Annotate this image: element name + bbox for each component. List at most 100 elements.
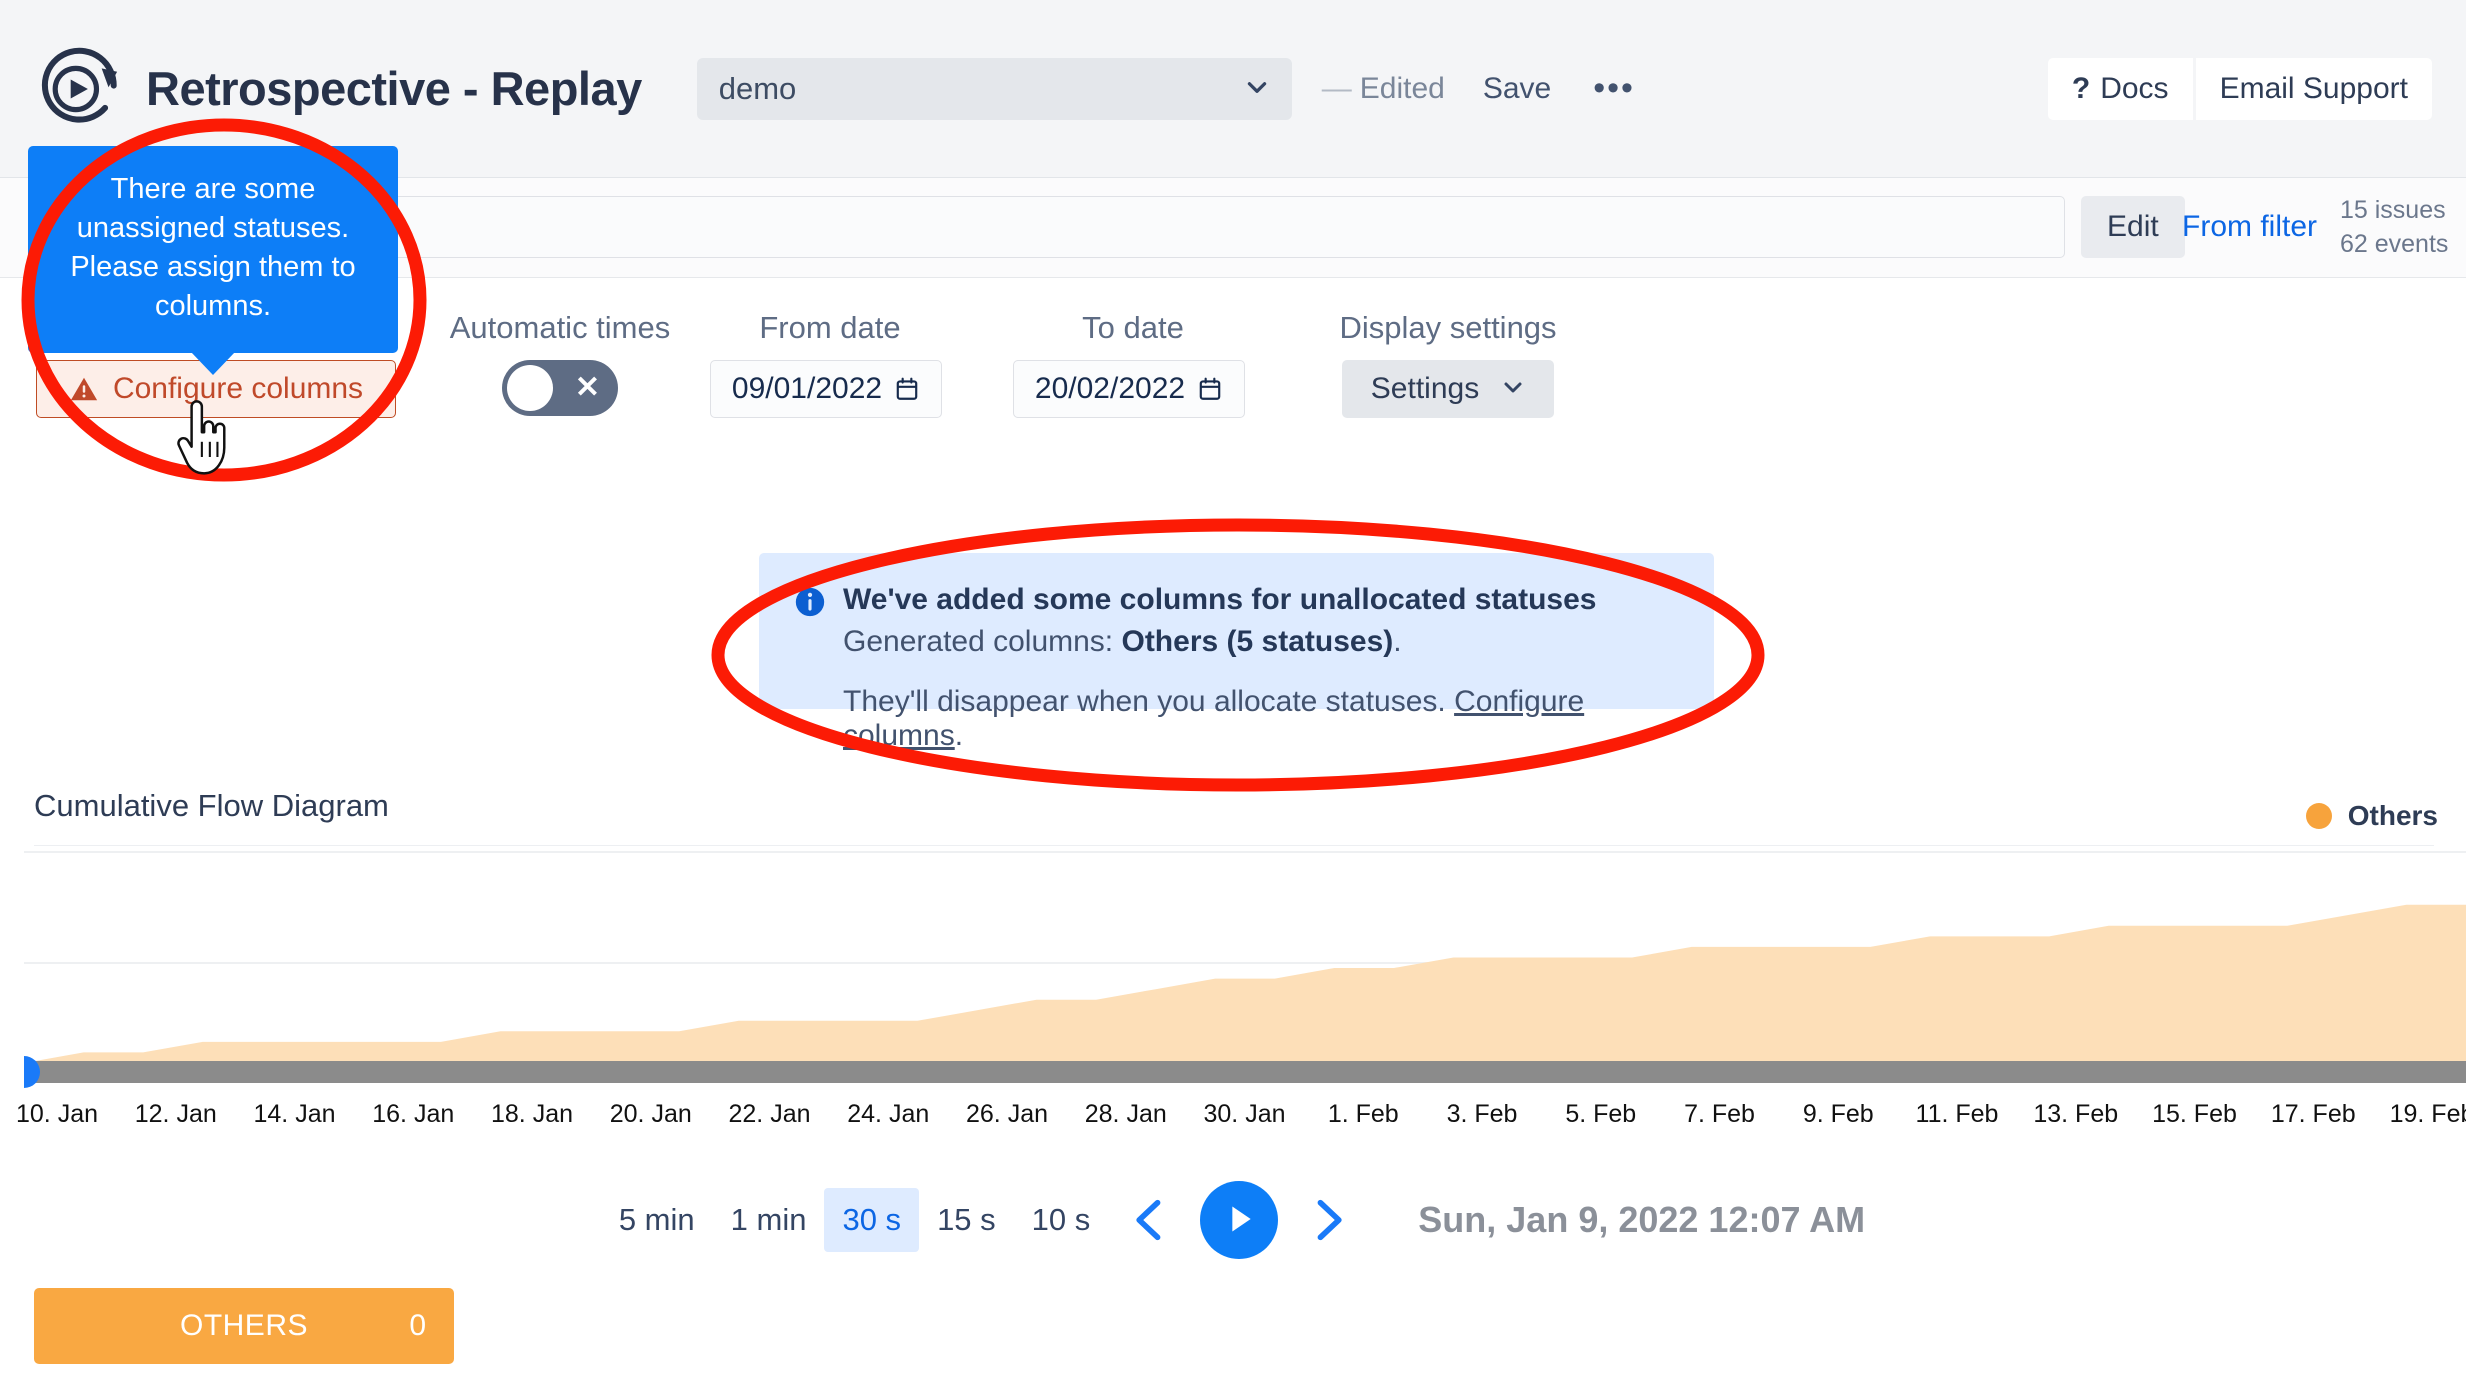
brand: Retrospective - Replay (38, 46, 642, 132)
x-axis-tick: 12. Jan (134, 1100, 217, 1128)
speed-button-5-min[interactable]: 5 min (601, 1188, 713, 1252)
display-settings-button-label: Settings (1370, 372, 1480, 405)
x-axis-tick: 16. Jan (372, 1100, 455, 1128)
chart-legend: Others (2305, 800, 2438, 832)
info-banner-title: We've added some columns for unallocated… (843, 583, 1597, 616)
automatic-times-toggle[interactable]: ✕ (502, 360, 618, 416)
x-axis-tick: 3. Feb (1446, 1100, 1518, 1128)
x-axis-tick: 20. Jan (609, 1100, 692, 1128)
toggle-knob (507, 365, 553, 411)
chevron-right-icon (1317, 1199, 1342, 1241)
x-axis-tick: 18. Jan (490, 1100, 574, 1128)
column-name: OTHERS (179, 1309, 308, 1342)
legend-color-swatch (2305, 803, 2332, 829)
edited-dash: — (1321, 71, 1352, 105)
x-axis-tick: 30. Jan (1203, 1100, 1286, 1128)
chevron-down-icon (1501, 375, 1525, 403)
speed-button-10-s[interactable]: 10 s (1014, 1188, 1109, 1252)
footnote-text: They'll disappear when you allocate stat… (843, 684, 1446, 718)
from-filter-link[interactable]: From filter (2182, 210, 2317, 244)
x-axis-tick: 19. Feb (2389, 1100, 2466, 1128)
x-axis-tick: 14. Jan (253, 1100, 336, 1128)
x-axis-tick: 22. Jan (728, 1100, 811, 1128)
pointing-hand-cursor (174, 400, 232, 481)
x-axis-tick: 24. Jan (847, 1100, 930, 1128)
app-root: Retrospective - Replay demo — Edited Save… (0, 0, 2466, 1390)
x-axis-tick: 1. Feb (1327, 1100, 1399, 1128)
events-count: 62 events (2340, 229, 2449, 258)
chevron-left-icon (1136, 1199, 1161, 1241)
edited-status: — Edited (1322, 72, 1445, 106)
info-banner: We've added some columns for unallocated… (759, 553, 1714, 752)
x-axis-tick: 13. Feb (2033, 1100, 2119, 1128)
from-date-label: From date (759, 310, 901, 345)
x-axis-tick: 7. Feb (1684, 1100, 1755, 1128)
speed-button-1-min[interactable]: 1 min (713, 1188, 825, 1252)
chevron-down-icon (1244, 74, 1270, 104)
playback-controls: 5 min 1 min 30 s 15 s 10 s Sun, Jan 9, 2022 … (0, 1170, 2466, 1270)
axis-bar (24, 1061, 2466, 1083)
replay-circle-play-icon (38, 46, 124, 132)
question-mark-icon: ? (2071, 71, 2091, 105)
configure-columns-label: Configure columns (112, 372, 364, 405)
area-series-others (24, 904, 2466, 1063)
x-axis-tick: 17. Feb (2270, 1100, 2356, 1128)
board-select-value: demo (718, 70, 797, 106)
chart-svg (24, 851, 2466, 1088)
info-banner-text: We've added some columns for unallocated… (843, 581, 1596, 659)
chart-title: Cumulative Flow Diagram (34, 788, 389, 823)
info-banner-head: We've added some columns for unallocated… (793, 581, 1680, 659)
column-card-others[interactable]: OTHERS 0 (34, 1288, 454, 1364)
next-step-button[interactable] (1286, 1194, 1370, 1246)
x-axis-tick: 10. Jan (15, 1100, 99, 1128)
generated-columns: Others (5 statuses) (1121, 624, 1394, 658)
edited-label: Edited (1359, 71, 1445, 105)
previous-step-button[interactable] (1108, 1194, 1192, 1246)
legend-label-others: Others (2347, 800, 2438, 831)
x-axis-tick: 5. Feb (1565, 1100, 1637, 1128)
board-select[interactable]: demo (696, 57, 1292, 120)
to-date-input[interactable]: 20/02/2022 (1013, 360, 1245, 418)
speed-button-15-s[interactable]: 15 s (919, 1188, 1014, 1252)
column-count: 0 (409, 1309, 426, 1342)
docs-button[interactable]: ? Docs (2047, 57, 2193, 120)
header-actions: ? Docs Email Support (2047, 57, 2432, 120)
calendar-icon[interactable] (894, 376, 920, 402)
edit-button[interactable]: Edit (2081, 196, 2185, 258)
from-date-input[interactable]: 09/01/2022 (710, 360, 942, 418)
tooltip-text: There are some unassigned statuses. Plea… (70, 173, 356, 323)
from-date-group: From date 09/01/2022 (710, 310, 950, 418)
chart-divider (34, 845, 2434, 846)
issues-count: 15 issues (2340, 196, 2446, 224)
display-settings-label: Display settings (1339, 310, 1557, 345)
board-columns: OTHERS 0 (34, 1288, 454, 1364)
display-settings-button[interactable]: Settings (1342, 360, 1554, 418)
playback-timestamp: Sun, Jan 9, 2022 12:07 AM (1418, 1199, 1866, 1240)
generated-suffix: . (1393, 624, 1402, 658)
x-axis-tick: 15. Feb (2152, 1100, 2237, 1128)
generated-prefix: Generated columns: (843, 624, 1122, 658)
x-axis-tick: 26. Jan (965, 1100, 1049, 1128)
play-button[interactable] (1200, 1181, 1279, 1259)
filter-input[interactable] (200, 196, 2065, 258)
to-date-value: 20/02/2022 (1034, 372, 1186, 405)
page-title: Retrospective - Replay (146, 62, 642, 115)
automatic-times-label: Automatic times (449, 310, 671, 345)
speed-button-30-s[interactable]: 30 s (824, 1188, 920, 1252)
chart-x-axis: 10. Jan 12. Jan 14. Jan 16. Jan 18. Jan 20. J… (0, 1100, 2466, 1140)
info-banner-generated: Generated columns: Others (5 statuses). (843, 625, 1596, 659)
email-support-button[interactable]: Email Support (2195, 57, 2432, 120)
x-axis-tick: 11. Feb (1915, 1100, 1999, 1128)
x-icon: ✕ (574, 371, 600, 404)
info-banner-footnote: They'll disappear when you allocate stat… (843, 685, 1680, 753)
to-date-label: To date (1082, 310, 1184, 345)
save-button[interactable]: Save (1479, 66, 1555, 112)
cumulative-flow-chart[interactable] (0, 848, 2466, 1096)
more-options-button[interactable]: ••• (1587, 70, 1641, 107)
from-date-value: 09/01/2022 (731, 372, 883, 405)
calendar-icon[interactable] (1197, 376, 1223, 402)
automatic-times-group: Automatic times ✕ (440, 310, 680, 416)
info-circle-icon (793, 585, 827, 619)
warning-triangle-icon (69, 374, 99, 404)
to-date-group: To date 20/02/2022 (1013, 310, 1253, 418)
